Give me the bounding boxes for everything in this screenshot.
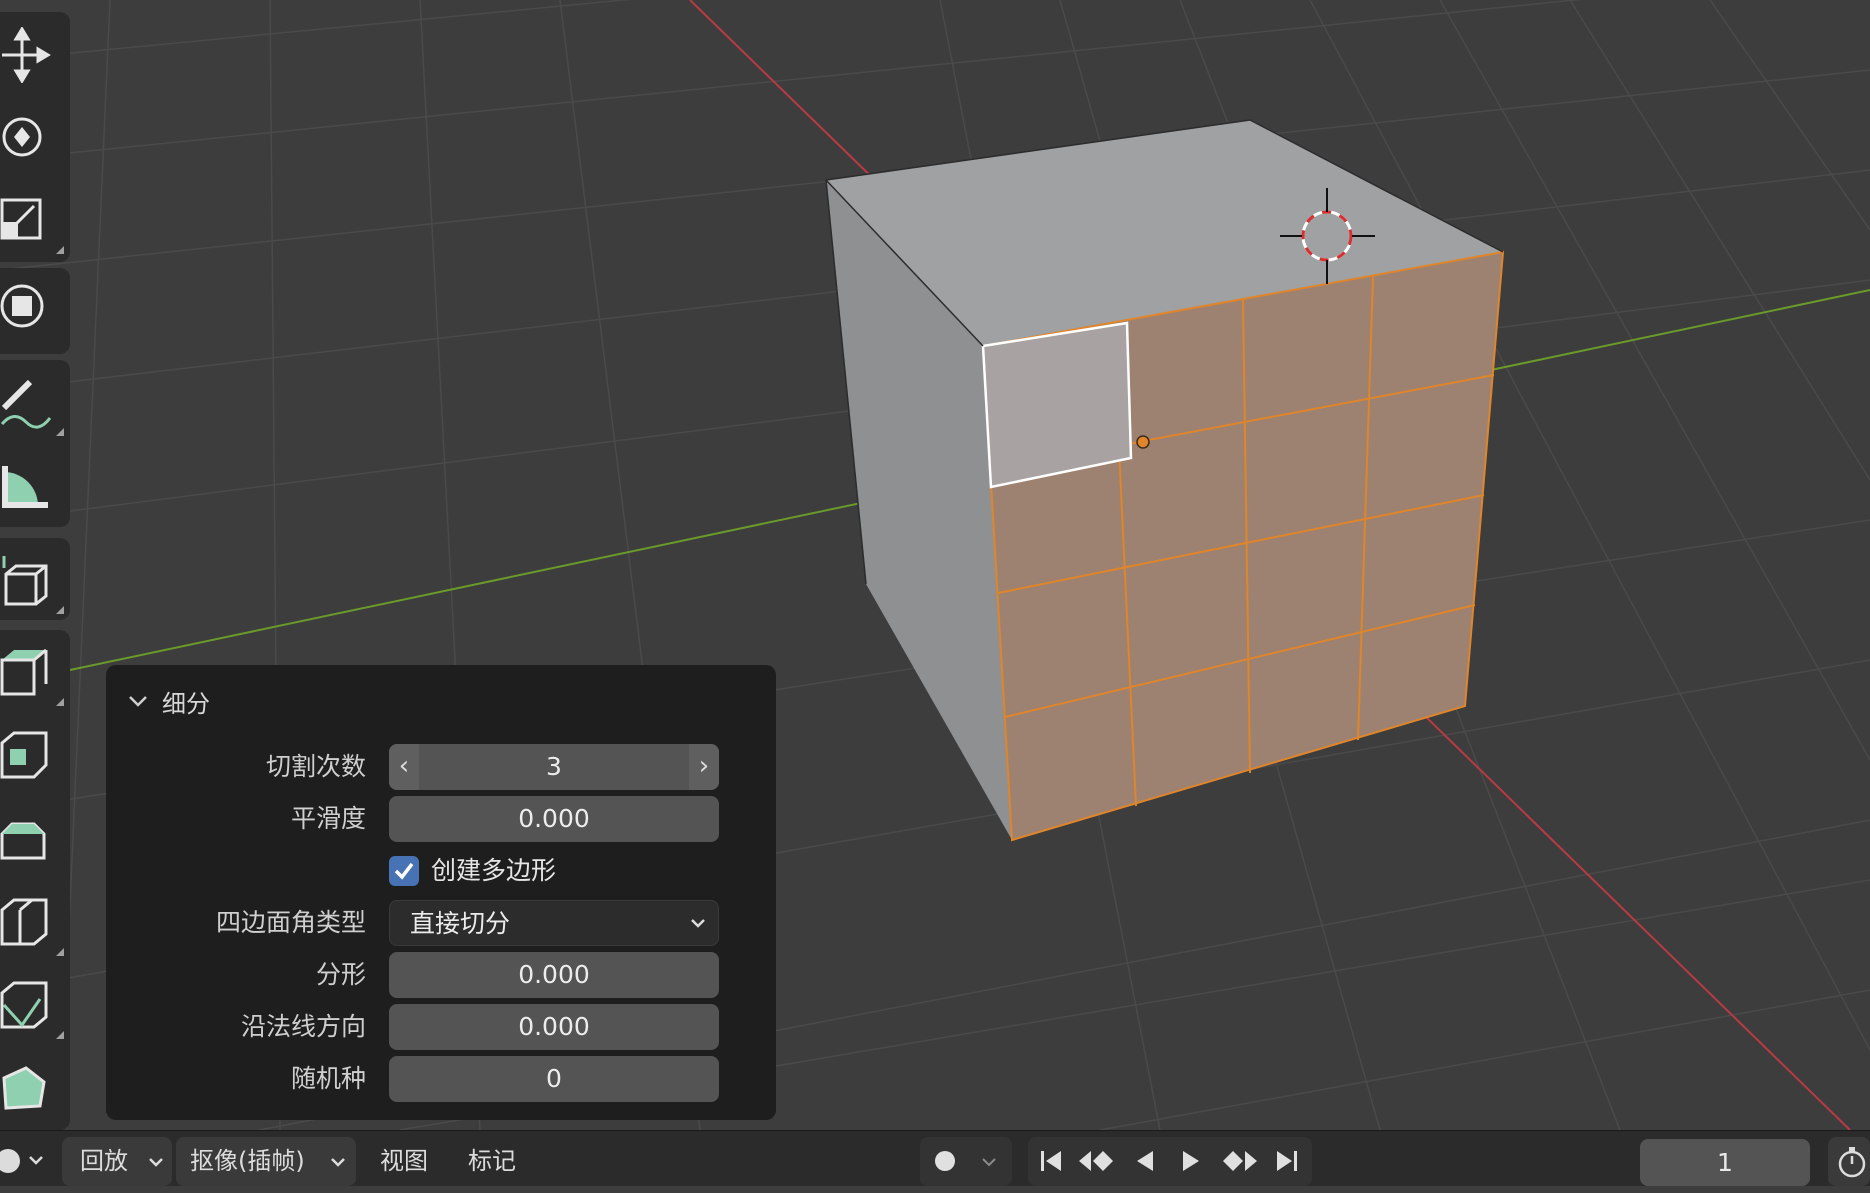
- chevron-down-icon: [691, 919, 705, 928]
- bevel-tool-button[interactable]: [0, 798, 70, 878]
- chevron-down-icon: [149, 1158, 163, 1167]
- along-normal-field[interactable]: 0.000: [389, 1004, 719, 1050]
- stopwatch-icon: [1838, 1147, 1866, 1178]
- next-keyframe-button[interactable]: [1218, 1141, 1260, 1181]
- play-reverse-icon: [1137, 1151, 1153, 1171]
- keying-menu[interactable]: 抠像(插帧): [176, 1137, 356, 1186]
- previous-keyframe-button[interactable]: [1076, 1141, 1118, 1181]
- number-of-cuts-stepper[interactable]: ‹ 3 ›: [389, 744, 719, 790]
- rotate-tool-button[interactable]: [0, 97, 70, 177]
- number-of-cuts-label: 切割次数: [265, 752, 366, 781]
- measure-ruler-icon: [2, 466, 48, 508]
- quad-corner-type-value: 直接切分: [410, 909, 511, 938]
- extrude-icon: [0, 648, 48, 696]
- record-dot-icon: [935, 1151, 955, 1171]
- along-normal-row: 沿法线方向 0.000: [106, 1004, 776, 1050]
- annotate-pencil-icon: [0, 379, 52, 429]
- fractal-label: 分形: [315, 960, 366, 989]
- play-reverse-button[interactable]: [1124, 1141, 1166, 1181]
- poly-build-tool-button[interactable]: [0, 1048, 70, 1128]
- transform-icon: [0, 284, 44, 328]
- smoothness-field[interactable]: 0.000: [389, 796, 719, 842]
- current-frame-field[interactable]: 1: [1640, 1139, 1810, 1186]
- add-cube-icon: [2, 556, 48, 606]
- annotate-tool-button[interactable]: [0, 362, 70, 442]
- increment-arrow-icon[interactable]: ›: [689, 744, 719, 790]
- random-seed-row: 随机种 0: [106, 1056, 776, 1102]
- move-arrows-icon: [2, 27, 51, 83]
- create-ngons-checkbox[interactable]: [389, 856, 419, 886]
- loop-cut-tool-button[interactable]: [0, 882, 70, 962]
- measure-tool-button[interactable]: [0, 446, 70, 526]
- checkmark-icon: [394, 862, 414, 880]
- knife-tool-button[interactable]: [0, 965, 70, 1045]
- playback-menu[interactable]: 回放: [62, 1137, 172, 1186]
- jump-start-icon: [1041, 1151, 1061, 1171]
- number-of-cuts-value: 3: [546, 752, 562, 781]
- chevron-down-icon: [129, 696, 147, 707]
- object-origin: [1136, 435, 1150, 449]
- playback-menu-label: 回放: [80, 1147, 128, 1175]
- smoothness-label: 平滑度: [290, 804, 366, 833]
- play-icon: [1183, 1151, 1199, 1171]
- editor-type-dropdown[interactable]: [0, 1141, 48, 1181]
- clock-editor-icon: [0, 1149, 43, 1173]
- timeline-header: 回放 抠像(插帧) 视图 标记 1: [0, 1130, 1870, 1186]
- rotate-icon: [2, 117, 42, 157]
- transform-tool-button[interactable]: [0, 266, 70, 346]
- loop-cut-icon: [0, 898, 48, 946]
- knife-icon: [0, 981, 48, 1029]
- active-face: [981, 321, 1133, 489]
- prev-keyframe-icon: [1079, 1151, 1113, 1171]
- random-seed-label: 随机种: [290, 1064, 366, 1093]
- next-keyframe-icon: [1223, 1151, 1257, 1171]
- extrude-tool-button[interactable]: [0, 632, 70, 712]
- keying-menu-label: 抠像(插帧): [190, 1147, 305, 1175]
- auto-keying-record-button[interactable]: [924, 1141, 966, 1181]
- move-tool-button[interactable]: [0, 15, 70, 95]
- quad-corner-type-row: 四边面角类型 直接切分: [106, 900, 776, 946]
- chevron-down-icon: [982, 1158, 996, 1167]
- quad-corner-type-dropdown[interactable]: 直接切分: [389, 900, 719, 946]
- fractal-field[interactable]: 0.000: [389, 952, 719, 998]
- inset-faces-icon: [0, 731, 48, 779]
- poly-build-icon: [2, 1066, 46, 1110]
- chevron-down-icon: [331, 1158, 345, 1167]
- scale-icon: [0, 198, 42, 240]
- auto-keying-options-dropdown[interactable]: [968, 1141, 1010, 1181]
- add-cube-tool-button[interactable]: [0, 540, 70, 620]
- along-normal-label: 沿法线方向: [240, 1012, 366, 1041]
- play-button[interactable]: [1170, 1141, 1212, 1181]
- number-of-cuts-row: 切割次数 ‹ 3 ›: [106, 744, 776, 790]
- playback-timer-button[interactable]: [1828, 1137, 1870, 1186]
- bevel-icon: [0, 822, 46, 860]
- panel-title: 细分: [162, 689, 210, 718]
- view-menu[interactable]: 视图: [380, 1141, 428, 1181]
- fractal-row: 分形 0.000: [106, 952, 776, 998]
- smoothness-row: 平滑度 0.000: [106, 796, 776, 842]
- quad-corner-type-label: 四边面角类型: [215, 908, 366, 937]
- marker-menu[interactable]: 标记: [468, 1141, 516, 1181]
- jump-end-icon: [1277, 1151, 1297, 1171]
- create-ngons-row: 创建多边形: [106, 848, 776, 894]
- panel-header[interactable]: 细分: [126, 681, 210, 721]
- scale-tool-button[interactable]: [0, 180, 70, 260]
- inset-tool-button[interactable]: [0, 715, 70, 795]
- create-ngons-label[interactable]: 创建多边形: [431, 848, 556, 894]
- decrement-arrow-icon[interactable]: ‹: [389, 744, 419, 790]
- jump-to-start-button[interactable]: [1030, 1141, 1072, 1181]
- random-seed-field[interactable]: 0: [389, 1056, 719, 1102]
- subdivide-operator-panel: 细分 切割次数 ‹ 3 › 平滑度 0.000 创建多边形 四边面角类型 直接切…: [106, 665, 776, 1120]
- jump-to-end-button[interactable]: [1266, 1141, 1308, 1181]
